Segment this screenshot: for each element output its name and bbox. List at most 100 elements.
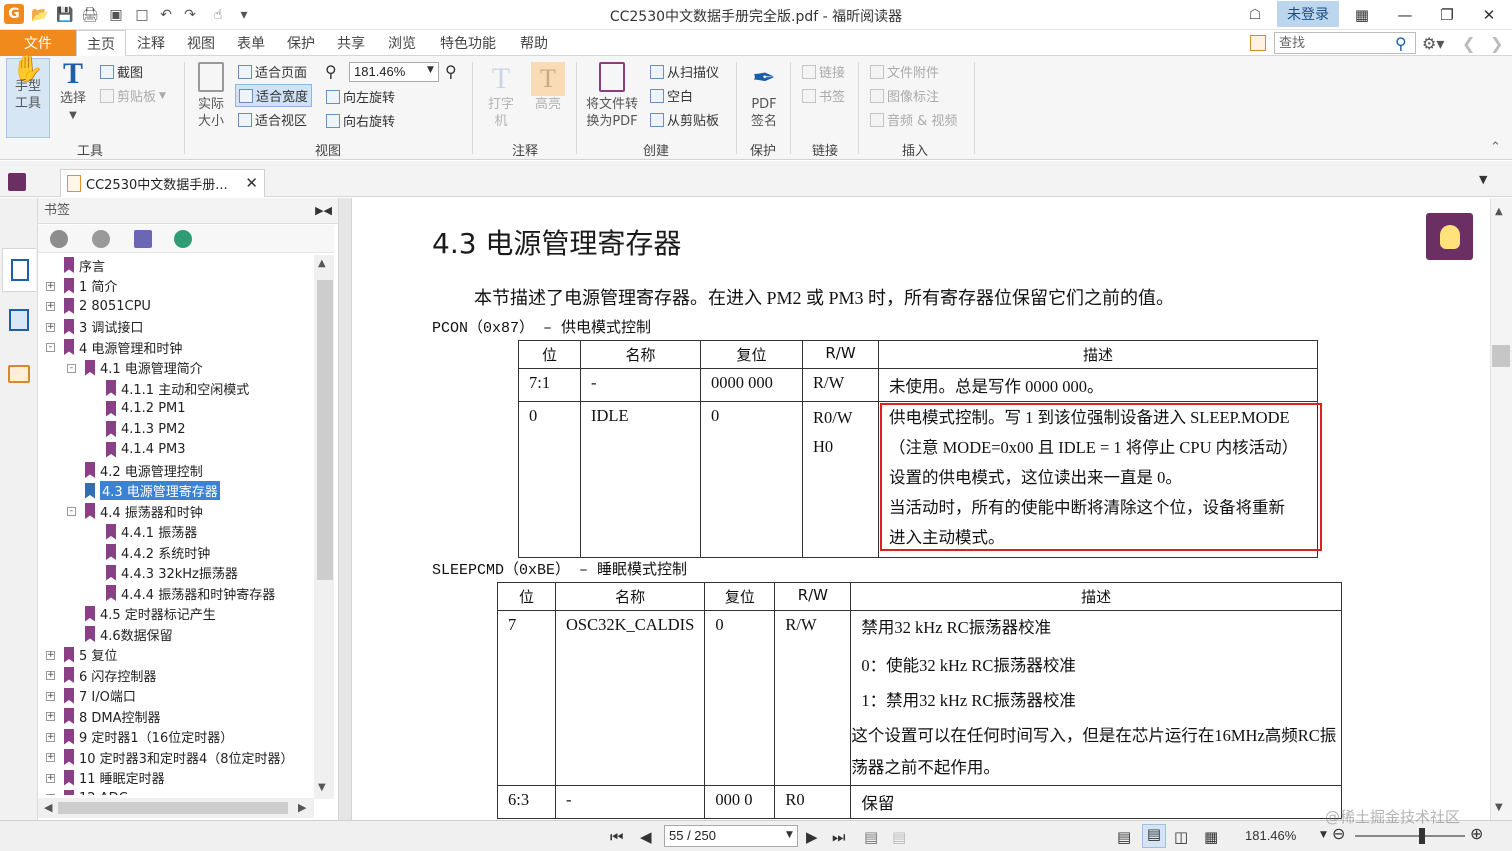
tab-form[interactable]: 表单: [226, 30, 276, 56]
scroll-left-icon[interactable]: ◀: [44, 801, 52, 814]
rotate-left-button[interactable]: 向左旋转: [326, 87, 395, 106]
tab-browse[interactable]: 浏览: [376, 30, 428, 56]
new-page-icon[interactable]: □: [132, 5, 152, 25]
tab-view[interactable]: 视图: [176, 30, 226, 56]
from-scanner-button[interactable]: 从扫描仪: [650, 62, 719, 81]
print-icon[interactable]: 🖨: [80, 5, 100, 25]
expand-toggle-icon[interactable]: +: [46, 753, 55, 762]
actual-size-button[interactable]: 实际大小: [192, 62, 230, 138]
bookmark-item[interactable]: 1 简介: [64, 276, 117, 296]
bookmark-item[interactable]: 4.1.3 PM2: [106, 419, 186, 439]
blank-page-button[interactable]: 空白: [650, 86, 693, 105]
redo-icon[interactable]: ↷: [180, 5, 200, 25]
bookmark-scroll-thumb[interactable]: [317, 280, 333, 580]
convert-to-pdf-button[interactable]: 将文件转换为PDF: [582, 62, 642, 138]
close-window-button[interactable]: ✕: [1469, 2, 1509, 28]
scroll-up-icon[interactable]: ▲: [1495, 206, 1503, 217]
hand-tool-button[interactable]: ✋ 手型工具: [6, 56, 50, 138]
collapse-panel-icon[interactable]: ▶◀: [315, 198, 332, 224]
bookmark-add-button[interactable]: 书签: [802, 86, 845, 105]
expand-toggle-icon[interactable]: +: [46, 322, 55, 332]
undo-icon[interactable]: ↶: [156, 5, 176, 25]
expand-toggle-icon[interactable]: +: [46, 712, 55, 721]
layout-grid-icon[interactable]: ▦: [1342, 2, 1382, 28]
fit-width-button[interactable]: 适合宽度: [235, 84, 313, 107]
bookmark-item[interactable]: 11 睡眠定时器: [64, 768, 165, 788]
scroll-right-icon[interactable]: ▶: [298, 801, 306, 814]
panel-resize-handle[interactable]: [338, 198, 352, 820]
chevron-down-icon[interactable]: ▼: [427, 65, 434, 75]
continuous-page-icon[interactable]: ▤: [1142, 824, 1166, 848]
scan-icon[interactable]: ▣: [106, 5, 126, 25]
bookmark-item[interactable]: 4.6数据保留: [85, 624, 173, 644]
bookmark-item[interactable]: 4.4 振荡器和时钟: [85, 501, 203, 521]
find-folder-icon[interactable]: [1250, 35, 1266, 51]
login-button[interactable]: 未登录: [1277, 1, 1339, 27]
bookmark-item[interactable]: 6 闪存控制器: [64, 665, 156, 685]
scroll-down-icon[interactable]: ▼: [1495, 802, 1503, 813]
fit-page-button[interactable]: 适合页面: [238, 62, 307, 81]
next-view-icon[interactable]: ▤: [892, 828, 906, 846]
app-logo-icon[interactable]: G: [4, 4, 24, 24]
bookmark-hscroll-thumb[interactable]: [58, 802, 288, 814]
expand-toggle-icon[interactable]: +: [46, 732, 55, 742]
select-tool-button[interactable]: T 选择 ▼: [52, 58, 94, 138]
zoom-slider[interactable]: [1355, 835, 1465, 837]
zoom-in-icon[interactable]: ⊕: [1470, 824, 1483, 843]
audio-video-button[interactable]: 音频 & 视频: [870, 110, 957, 129]
first-page-icon[interactable]: ⏮: [610, 828, 624, 846]
tab-protect[interactable]: 保护: [276, 30, 326, 56]
highlight-button[interactable]: T 高亮: [528, 62, 568, 138]
document-scroll-thumb[interactable]: [1492, 345, 1510, 367]
bookmark-item[interactable]: 4.1 电源管理简介: [85, 358, 203, 378]
previous-view-icon[interactable]: ▤: [864, 828, 878, 846]
from-clipboard-button[interactable]: 从剪贴板: [650, 110, 719, 129]
open-folder-icon[interactable]: 📂: [30, 5, 50, 25]
file-menu-tab[interactable]: 文件: [0, 30, 76, 56]
document-vertical-scrollbar[interactable]: [1490, 198, 1512, 820]
last-page-icon[interactable]: ⏭: [832, 828, 846, 846]
close-tab-icon[interactable]: ✕: [245, 174, 258, 192]
bookmark-item[interactable]: 4.5 定时器标记产生: [85, 604, 216, 624]
tab-comment[interactable]: 注释: [126, 30, 176, 56]
bookmark-item[interactable]: 4.1.2 PM1: [106, 399, 186, 419]
single-page-icon[interactable]: ▤: [1117, 828, 1131, 846]
settings-gear-icon[interactable]: ⚙▾: [1422, 34, 1444, 53]
link-button[interactable]: 链接: [802, 62, 845, 81]
minimize-button[interactable]: —: [1385, 2, 1425, 28]
expand-toggle-icon[interactable]: +: [46, 691, 55, 701]
chevron-down-icon[interactable]: ▼: [1320, 830, 1327, 840]
bookmark-item[interactable]: 2 8051CPU: [64, 296, 151, 316]
previous-page-icon[interactable]: ◀: [640, 828, 652, 846]
collapse-toggle-icon[interactable]: -: [67, 363, 76, 373]
bookmark-item[interactable]: 4.4.3 32kHz振荡器: [106, 563, 238, 583]
pages-panel-button[interactable]: [2, 298, 36, 342]
comments-panel-button[interactable]: [2, 352, 36, 396]
facing-pages-icon[interactable]: ◫: [1174, 828, 1188, 846]
image-annotation-button[interactable]: 图像标注: [870, 86, 939, 105]
delete-bookmark-icon[interactable]: [50, 230, 68, 248]
collapse-toggle-icon[interactable]: -: [46, 343, 55, 352]
back-arrow-icon[interactable]: ❮: [1462, 34, 1475, 53]
customize-toolbar-icon[interactable]: ▾: [234, 5, 254, 25]
expand-toggle-icon[interactable]: +: [46, 302, 55, 311]
page-number-input[interactable]: 55 / 250: [664, 825, 798, 847]
expand-toggle-icon[interactable]: +: [46, 773, 55, 783]
bookmark-item[interactable]: 4.4.1 振荡器: [106, 522, 197, 542]
expand-toggle-icon[interactable]: +: [46, 671, 55, 680]
hand-dropdown-icon[interactable]: ☝: [208, 5, 228, 25]
collapse-toggle-icon[interactable]: -: [67, 507, 76, 516]
zoom-percentage[interactable]: 181.46%: [1245, 828, 1296, 843]
continuous-facing-icon[interactable]: ▦: [1204, 828, 1218, 846]
restore-button[interactable]: ❐: [1427, 2, 1467, 28]
bookmark-item[interactable]: 4.4.4 振荡器和时钟寄存器: [106, 583, 275, 603]
pdf-sign-button[interactable]: ✒ PDF签名: [742, 60, 786, 138]
tab-features[interactable]: 特色功能: [428, 30, 508, 56]
tab-list-dropdown-icon[interactable]: ▼: [1479, 173, 1487, 186]
expand-toggle-icon[interactable]: +: [46, 650, 55, 660]
tab-share[interactable]: 共享: [326, 30, 376, 56]
bookmark-item[interactable]: 5 复位: [64, 645, 117, 665]
bookmarks-panel-button[interactable]: [2, 248, 36, 292]
bookmark-item[interactable]: 10 定时器3和定时器4（8位定时器）: [64, 747, 294, 767]
add-bookmark-icon[interactable]: [92, 230, 110, 248]
